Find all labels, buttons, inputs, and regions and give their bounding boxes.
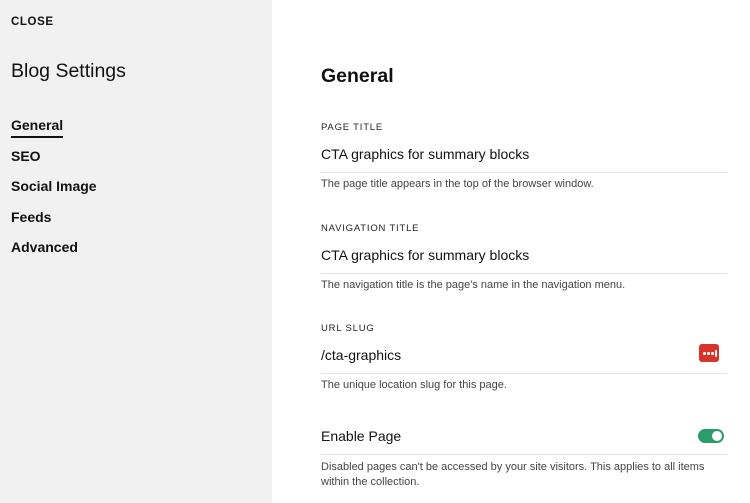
enable-page-label: Enable Page (321, 428, 402, 444)
url-slug-help: The unique location slug for this page. (321, 379, 507, 391)
nav-item-label: Advanced (11, 239, 78, 255)
enable-page-help: Disabled pages can't be accessed by your… (321, 461, 705, 488)
nav-item-seo[interactable]: SEO (11, 148, 97, 179)
nav-item-advanced[interactable]: Advanced (11, 239, 97, 270)
enable-page-toggle[interactable] (698, 429, 724, 443)
password-manager-icon[interactable] (699, 344, 719, 362)
enable-page-line: Enable Page (321, 428, 727, 455)
badge-bar (715, 349, 717, 357)
page-title-input[interactable]: CTA graphics for summary blocks (321, 144, 727, 173)
badge-dot (703, 352, 706, 355)
page-title-help: The page title appears in the top of the… (321, 178, 594, 190)
settings-window: CLOSE Blog Settings General SEO Social I… (0, 0, 750, 503)
nav-item-social-image[interactable]: Social Image (11, 178, 97, 209)
navigation-title-input[interactable]: CTA graphics for summary blocks (321, 245, 727, 274)
badge-dot (711, 352, 714, 355)
toggle-knob (712, 431, 722, 441)
enable-page-row: Enable Page Disabled pages can't be acce… (321, 428, 727, 490)
badge-dot (707, 352, 710, 355)
page-title-label: PAGE TITLE (321, 122, 384, 133)
close-button[interactable]: CLOSE (11, 16, 54, 28)
nav-item-label: Social Image (11, 178, 97, 194)
page-title-field: PAGE TITLE CTA graphics for summary bloc… (321, 122, 727, 192)
url-slug-value: /cta-graphics (321, 347, 402, 363)
navigation-title-label: NAVIGATION TITLE (321, 223, 420, 234)
settings-nav: General SEO Social Image Feeds Advanced (11, 117, 97, 270)
url-slug-label: URL SLUG (321, 323, 375, 334)
settings-panel: General PAGE TITLE CTA graphics for summ… (272, 0, 750, 503)
url-slug-input[interactable]: /cta-graphics (321, 344, 727, 374)
settings-sidebar: CLOSE Blog Settings General SEO Social I… (0, 0, 272, 503)
nav-item-label: SEO (11, 147, 41, 164)
url-slug-field: URL SLUG /cta-graphics The unique locati… (321, 323, 727, 393)
sidebar-title: Blog Settings (11, 60, 126, 82)
nav-item-general[interactable]: General (11, 117, 97, 148)
navigation-title-field: NAVIGATION TITLE CTA graphics for summar… (321, 223, 727, 293)
panel-title: General (321, 65, 394, 87)
nav-item-label: General (11, 117, 64, 138)
navigation-title-help: The navigation title is the page's name … (321, 279, 626, 291)
nav-item-label: Feeds (11, 208, 52, 225)
nav-item-feeds[interactable]: Feeds (11, 209, 97, 240)
